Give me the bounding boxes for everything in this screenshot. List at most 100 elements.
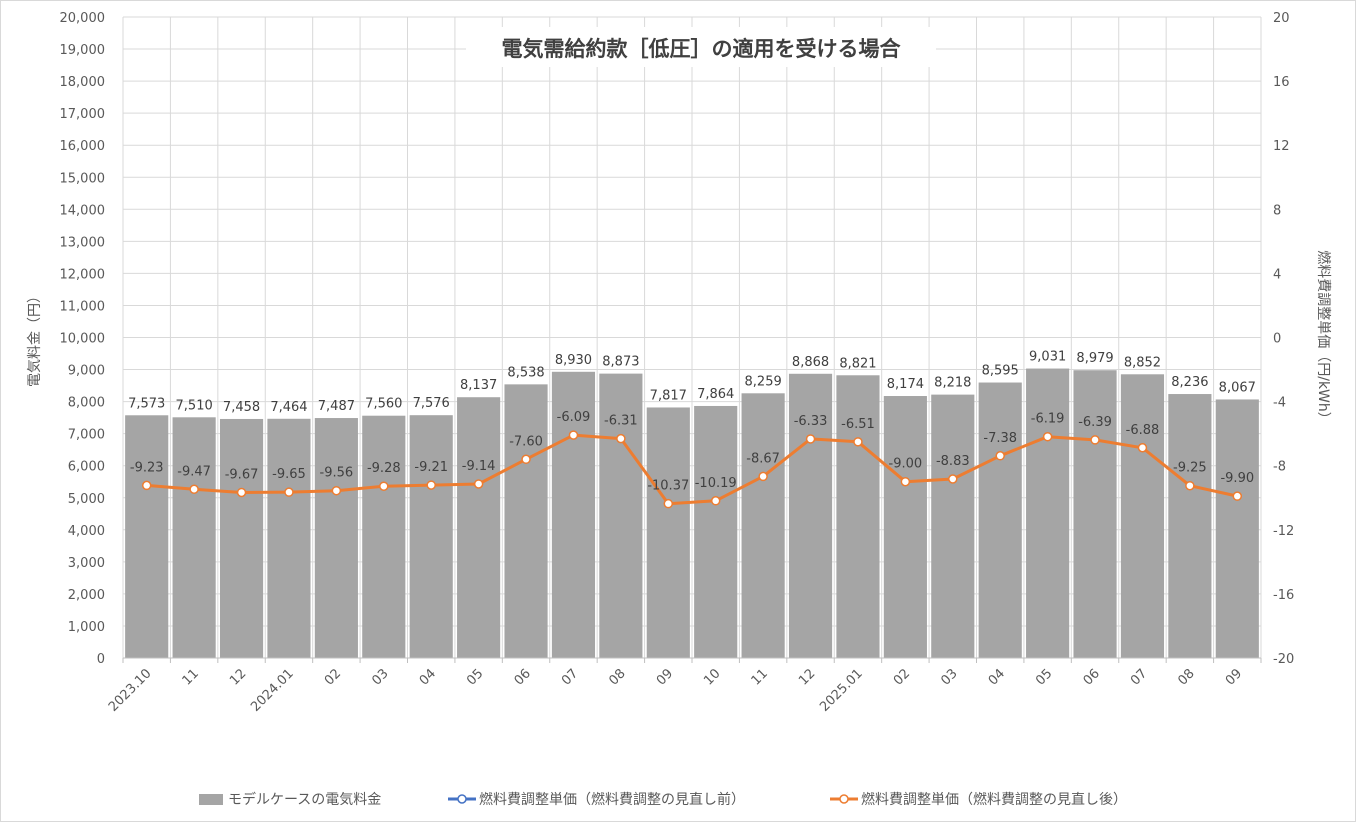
bar bbox=[267, 418, 311, 658]
line-data-label: -9.28 bbox=[367, 461, 401, 476]
line-data-label: -9.56 bbox=[320, 466, 354, 481]
line-data-label: -7.60 bbox=[509, 434, 543, 449]
bar-data-label: 7,458 bbox=[223, 400, 260, 415]
bar-data-label: 9,031 bbox=[1029, 350, 1066, 365]
right-axis: -20 -16 -12 -8 -4 0 4 8 12 16 20 bbox=[1273, 11, 1294, 667]
x-tick-label: 03 bbox=[938, 666, 960, 688]
x-tick-label: 05 bbox=[1033, 666, 1055, 688]
x-tick-label: 07 bbox=[1128, 666, 1150, 688]
line-point bbox=[331, 485, 342, 496]
left-tick-label: 5,000 bbox=[68, 492, 105, 507]
x-tick-label: 06 bbox=[1081, 666, 1103, 688]
left-tick-label: 3,000 bbox=[68, 556, 105, 571]
x-tick-label: 09 bbox=[654, 666, 676, 688]
bar bbox=[409, 415, 453, 658]
line-data-label: -9.65 bbox=[272, 467, 306, 482]
bar bbox=[978, 382, 1022, 658]
bar-data-label: 7,573 bbox=[128, 396, 165, 411]
bar-data-label: 8,930 bbox=[555, 353, 592, 368]
left-tick-label: 0 bbox=[97, 652, 105, 667]
line-data-label: -10.37 bbox=[647, 479, 689, 494]
line-data-label: -6.33 bbox=[794, 414, 828, 429]
line-point bbox=[1090, 435, 1100, 445]
line-data-label: -8.83 bbox=[936, 454, 970, 469]
bar-data-label: 7,510 bbox=[176, 398, 213, 413]
left-tick-label: 2,000 bbox=[68, 588, 105, 603]
left-tick-label: 1,000 bbox=[68, 620, 105, 635]
line-point bbox=[236, 487, 247, 498]
bar bbox=[1215, 399, 1259, 658]
chart-container: 7,573 7,510 7,458 7,464 7,487 7,560 7,576 8,137… bbox=[0, 0, 1356, 822]
left-tick-label: 17,000 bbox=[60, 107, 106, 122]
left-tick-label: 14,000 bbox=[60, 203, 106, 218]
line-data-label: -9.90 bbox=[1220, 471, 1254, 486]
line-data-label: -6.88 bbox=[1126, 423, 1160, 438]
right-tick-label: 12 bbox=[1273, 139, 1290, 154]
bar-data-label: 8,538 bbox=[507, 365, 544, 380]
left-tick-label: 18,000 bbox=[60, 75, 106, 90]
x-tick-label: 04 bbox=[417, 666, 439, 688]
bar-data-label: 8,595 bbox=[982, 364, 1019, 379]
x-tick-label: 02 bbox=[891, 666, 913, 688]
bar-data-label: 7,817 bbox=[650, 388, 687, 403]
line-point bbox=[141, 480, 152, 491]
right-tick-label: -20 bbox=[1273, 652, 1294, 667]
bar-data-label: 8,868 bbox=[792, 355, 829, 370]
bar-data-label: 7,864 bbox=[697, 387, 734, 402]
right-tick-label: -8 bbox=[1273, 460, 1286, 475]
line-point bbox=[1185, 480, 1195, 491]
bar-data-label: 8,067 bbox=[1219, 380, 1256, 395]
left-tick-label: 11,000 bbox=[60, 299, 106, 314]
line-point bbox=[1232, 491, 1243, 501]
line-data-label: -10.19 bbox=[695, 476, 737, 491]
left-axis-title: 電気料金（円） bbox=[27, 289, 43, 387]
bar-data-label: 8,236 bbox=[1171, 375, 1208, 390]
right-tick-label: 16 bbox=[1273, 75, 1290, 90]
bar-data-label: 8,873 bbox=[602, 355, 639, 370]
x-tick-label: 03 bbox=[369, 666, 391, 688]
x-tick-label: 02 bbox=[322, 666, 344, 688]
line-data-label: -9.21 bbox=[414, 460, 448, 475]
bar bbox=[1168, 394, 1212, 658]
x-tick-label: 08 bbox=[1175, 666, 1197, 688]
x-tick-label: 09 bbox=[1223, 666, 1245, 688]
chart-title: 電気需給約款［低圧］の適用を受ける場合 bbox=[502, 37, 902, 61]
line-point bbox=[853, 437, 863, 447]
line-point bbox=[995, 451, 1005, 461]
bar-data-label: 8,852 bbox=[1124, 355, 1161, 370]
line-point bbox=[758, 471, 768, 482]
bar bbox=[646, 407, 690, 658]
chart-svg: 7,573 7,510 7,458 7,464 7,487 7,560 7,576 8,137… bbox=[27, 11, 1332, 808]
legend-label-line-before: 燃料費調整単価（燃料費調整の見直し前） bbox=[479, 791, 745, 808]
bar bbox=[172, 417, 216, 658]
line-point bbox=[616, 433, 626, 444]
bar-data-label: 8,979 bbox=[1076, 351, 1113, 366]
legend-swatch-bar bbox=[199, 794, 223, 805]
x-tick-label: 07 bbox=[559, 666, 581, 688]
line-point bbox=[805, 434, 816, 444]
bar-data-label: 7,487 bbox=[318, 399, 355, 414]
bar bbox=[1120, 374, 1165, 658]
line-data-label: -6.51 bbox=[841, 417, 875, 432]
bar-data-label: 8,174 bbox=[887, 377, 924, 392]
line-point bbox=[473, 479, 484, 489]
bar-data-label: 8,259 bbox=[745, 374, 782, 389]
left-tick-label: 10,000 bbox=[60, 332, 106, 347]
bar-data-label: 7,576 bbox=[413, 396, 450, 411]
x-tick-label: 06 bbox=[512, 666, 534, 688]
line-point bbox=[568, 430, 579, 440]
x-tick-label: 2024.01 bbox=[248, 666, 297, 715]
legend-marker-line-after bbox=[839, 794, 849, 804]
line-data-label: -9.67 bbox=[225, 467, 259, 482]
x-tick-label: 10 bbox=[701, 666, 723, 688]
right-tick-label: 0 bbox=[1273, 332, 1281, 347]
left-tick-label: 7,000 bbox=[68, 428, 105, 443]
line-data-label: -9.47 bbox=[177, 464, 211, 479]
line-data-label: -9.25 bbox=[1173, 461, 1207, 476]
legend-marker-line-before bbox=[457, 794, 467, 804]
left-tick-label: 19,000 bbox=[60, 43, 106, 58]
bar-data-label: 8,821 bbox=[839, 356, 876, 371]
bar-data-label: 8,137 bbox=[460, 378, 497, 393]
x-tick-label: 04 bbox=[986, 666, 1008, 688]
bar bbox=[1073, 370, 1117, 658]
